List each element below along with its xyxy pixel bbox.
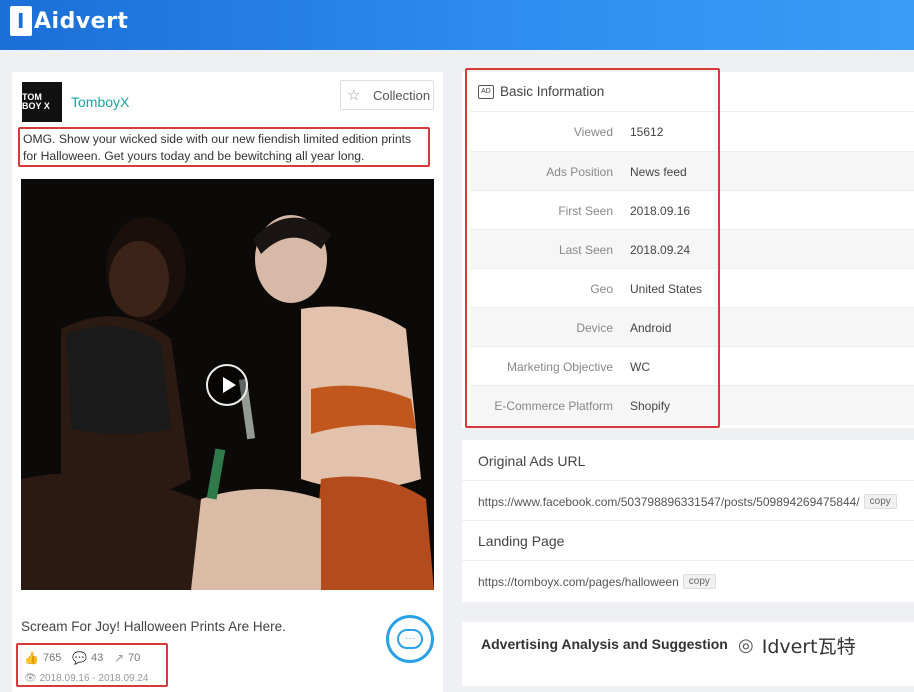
thumbs-up-icon: 👍 xyxy=(24,651,39,665)
info-label: Last Seen xyxy=(558,242,613,257)
urls-card: Original Ads URL https://www.facebook.co… xyxy=(462,440,914,602)
landing-url-row: https://tomboyx.com/pages/halloween copy xyxy=(478,574,716,589)
app-logo[interactable]: I Aidvert xyxy=(10,6,128,36)
info-row: Device Android xyxy=(470,307,914,347)
info-value: 2018.09.24 xyxy=(630,242,691,257)
chat-bubble-icon: ··· xyxy=(397,629,423,649)
basic-info-header: AD Basic Information xyxy=(478,84,604,99)
info-label: E-Commerce Platform xyxy=(494,398,613,413)
info-value: WC xyxy=(630,359,650,374)
watermark-text: Idvert瓦特 xyxy=(761,636,856,658)
logo-mark: I xyxy=(10,6,32,36)
shares-stat: ↗ 70 xyxy=(114,651,140,665)
info-row: Geo United States xyxy=(470,268,914,308)
info-label: Device xyxy=(576,320,613,335)
info-label: Marketing Objective xyxy=(506,359,613,374)
info-row: Ads Position News feed xyxy=(470,151,914,191)
info-label: Geo xyxy=(590,281,613,296)
copy-original-url-button[interactable]: copy xyxy=(863,494,897,509)
brand-avatar[interactable]: TOM BOY X xyxy=(22,82,62,122)
info-value: 2018.09.16 xyxy=(630,203,691,218)
wechat-icon: ◎ xyxy=(738,635,754,656)
info-row: E-Commerce Platform Shopify xyxy=(470,385,914,425)
likes-stat: 👍 765 xyxy=(24,651,61,665)
info-row: Last Seen 2018.09.24 xyxy=(470,229,914,269)
original-url-link[interactable]: https://www.facebook.com/503798896331547… xyxy=(478,495,860,509)
original-url-title: Original Ads URL xyxy=(478,453,586,469)
collection-label: Collection xyxy=(373,87,431,103)
basic-info-title: Basic Information xyxy=(500,84,605,99)
share-icon: ↗ xyxy=(114,651,125,665)
shares-count: 70 xyxy=(128,652,141,664)
logo-text: Aidvert xyxy=(34,8,129,34)
chat-button[interactable]: ··· xyxy=(386,615,434,663)
ad-headline: Scream For Joy! Halloween Prints Are Her… xyxy=(21,619,286,634)
divider xyxy=(462,520,914,521)
comment-icon: 💬 xyxy=(72,651,87,665)
analysis-title: Advertising Analysis and Suggestion xyxy=(481,636,728,652)
landing-url-link[interactable]: https://tomboyx.com/pages/halloween xyxy=(478,575,679,589)
comments-stat: 💬 43 xyxy=(72,651,103,665)
ad-card: TOM BOY X TomboyX ☆ Collection OMG. Show… xyxy=(12,72,443,692)
info-value: United States xyxy=(630,281,703,296)
eye-icon: 👁 xyxy=(24,673,37,684)
divider xyxy=(462,560,914,561)
play-button[interactable] xyxy=(206,364,248,406)
info-row: Marketing Objective WC xyxy=(470,346,914,386)
brand-name[interactable]: TomboyX xyxy=(71,94,129,110)
info-value: Shopify xyxy=(630,398,671,413)
info-label: First Seen xyxy=(558,203,613,218)
ad-text: OMG. Show your wicked side with our new … xyxy=(18,127,430,167)
ad-video[interactable] xyxy=(21,179,434,590)
info-label: Viewed xyxy=(573,124,613,139)
info-value: News feed xyxy=(630,164,687,179)
info-value: Android xyxy=(630,320,672,335)
ad-info-icon: AD xyxy=(478,84,494,99)
original-url-row: https://www.facebook.com/503798896331547… xyxy=(478,494,897,509)
likes-count: 765 xyxy=(42,652,62,664)
divider xyxy=(462,480,914,481)
landing-page-title: Landing Page xyxy=(478,533,565,549)
copy-landing-url-button[interactable]: copy xyxy=(682,574,716,589)
info-row: First Seen 2018.09.16 xyxy=(470,190,914,230)
top-bar: I Aidvert xyxy=(0,0,914,50)
watermark: ◎ Idvert瓦特 xyxy=(738,632,856,659)
engagement-stats: 👍 765 💬 43 ↗ 70 👁 2018.09.16 - 2018.09.2… xyxy=(16,643,168,687)
date-range: 👁 2018.09.16 - 2018.09.24 xyxy=(24,673,148,684)
info-row: Viewed 15612 xyxy=(470,111,914,151)
date-range-text: 2018.09.16 - 2018.09.24 xyxy=(39,673,149,684)
star-icon: ☆ xyxy=(347,87,361,104)
comments-count: 43 xyxy=(90,652,104,664)
collection-button[interactable]: ☆ Collection xyxy=(340,80,434,110)
info-value: 15612 xyxy=(630,124,664,139)
info-label: Ads Position xyxy=(546,164,613,179)
